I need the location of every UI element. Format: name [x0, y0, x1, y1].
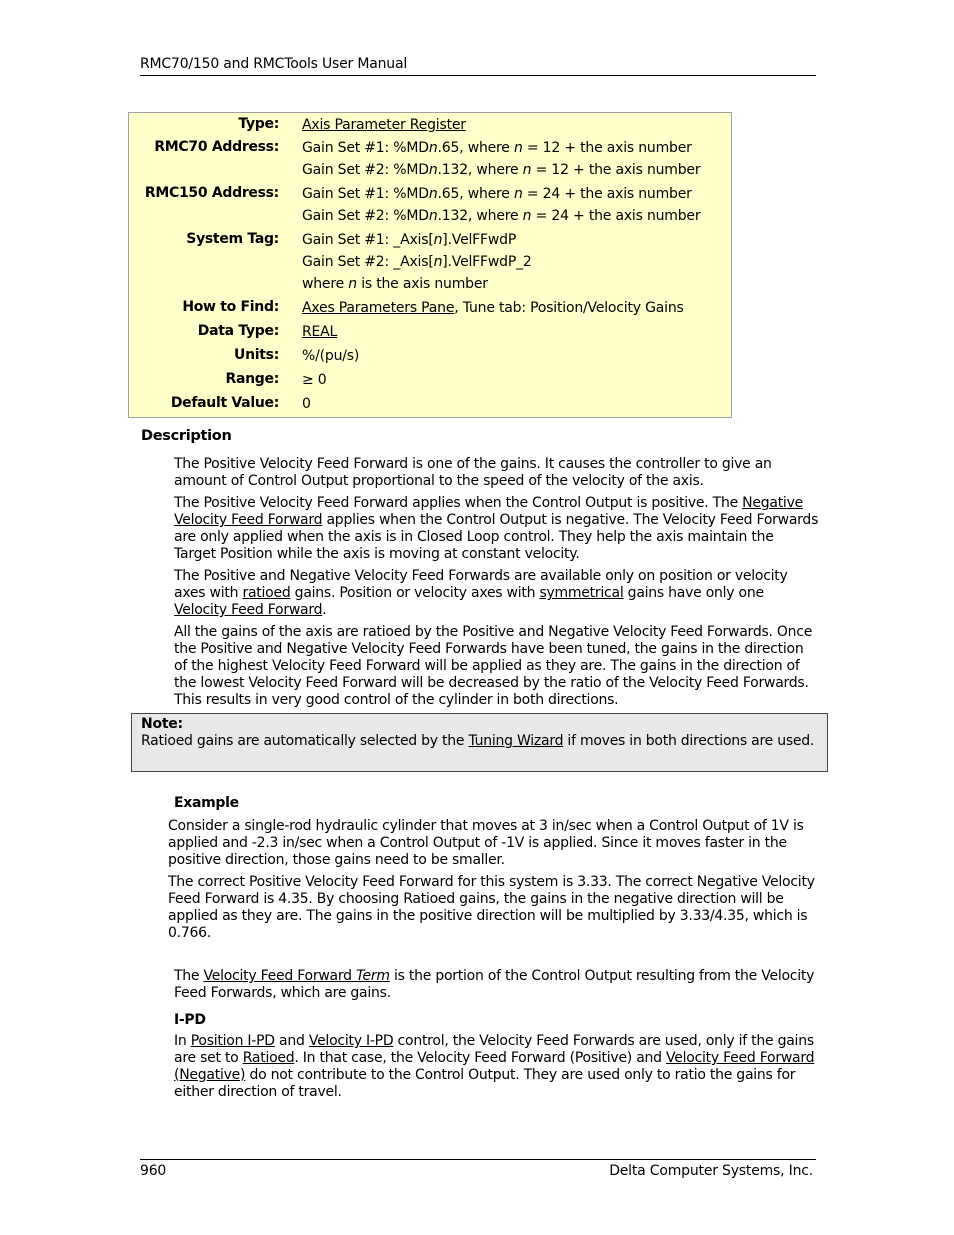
prop-value: 0 — [302, 396, 311, 412]
prop-label: Units: — [234, 347, 279, 363]
ratioed-gains-link[interactable]: Ratioed — [243, 1050, 295, 1066]
prop-label: System Tag: — [186, 231, 279, 247]
description-paragraph-2: The Positive Velocity Feed Forward appli… — [174, 495, 819, 562]
prop-value: , Tune tab: Position/Velocity Gains — [454, 300, 684, 316]
page-footer: 960 Delta Computer Systems, Inc. — [140, 1159, 816, 1179]
note-box: Note: Ratioed gains are automatically se… — [131, 713, 828, 772]
ipd-heading: I-PD — [174, 1012, 206, 1028]
page-number: 960 — [140, 1163, 167, 1179]
prop-label: Default Value: — [170, 395, 279, 411]
note-title: Note: — [141, 716, 183, 732]
prop-label: RMC70 Address: — [154, 139, 279, 155]
velocity-ipd-link[interactable]: Velocity I-PD — [309, 1033, 394, 1049]
ipd-paragraph: In Position I-PD and Velocity I-PD contr… — [174, 1033, 815, 1100]
prop-label: Data Type: — [197, 323, 280, 339]
prop-label: Type: — [238, 116, 279, 132]
page-header: RMC70/150 and RMCTools User Manual — [140, 56, 816, 76]
description-heading: Description — [141, 428, 232, 444]
description-paragraph-4: All the gains of the axis are ratioed by… — [174, 624, 813, 708]
velocity-feed-forward-link[interactable]: Velocity Feed Forward — [174, 602, 323, 618]
prop-value: Gain Set #1: %MDn.65, where n = 12 + the… — [302, 140, 701, 178]
prop-value: Gain Set #1: _Axis[n].VelFFwdP Gain Set … — [302, 232, 532, 292]
ratioed-link[interactable]: ratioed — [242, 585, 290, 601]
prop-label: RMC150 Address: — [144, 185, 279, 201]
manual-title: RMC70/150 and RMCTools User Manual — [140, 56, 408, 72]
prop-label: Range: — [225, 371, 279, 387]
example-heading: Example — [174, 795, 239, 811]
description-paragraph-1: The Positive Velocity Feed Forward is on… — [174, 456, 772, 489]
term-paragraph: The Velocity Feed Forward Term is the po… — [174, 968, 815, 1001]
description-paragraph-3: The Positive and Negative Velocity Feed … — [174, 568, 788, 618]
position-ipd-link[interactable]: Position I-PD — [191, 1033, 275, 1049]
axis-parameter-register-link[interactable]: Axis Parameter Register — [302, 117, 466, 133]
example-paragraph-2: The correct Positive Velocity Feed Forwa… — [168, 874, 815, 941]
example-paragraph-1: Consider a single-rod hydraulic cylinder… — [168, 818, 804, 868]
prop-value: Gain Set #1: %MDn.65, where n = 24 + the… — [302, 186, 701, 224]
prop-label: How to Find: — [182, 299, 279, 315]
company-name: Delta Computer Systems, Inc. — [609, 1163, 813, 1179]
real-link[interactable]: REAL — [302, 324, 337, 340]
properties-table: Type: Axis Parameter Register RMC70 Addr… — [128, 112, 732, 418]
velocity-feed-forward-term-link[interactable]: Velocity Feed Forward Term — [204, 968, 391, 984]
tuning-wizard-link[interactable]: Tuning Wizard — [468, 733, 563, 749]
axes-parameters-pane-link[interactable]: Axes Parameters Pane — [302, 300, 454, 316]
symmetrical-link[interactable]: symmetrical — [539, 585, 623, 601]
prop-value: ≥ 0 — [302, 372, 327, 388]
prop-value: %/(pu/s) — [302, 348, 360, 364]
